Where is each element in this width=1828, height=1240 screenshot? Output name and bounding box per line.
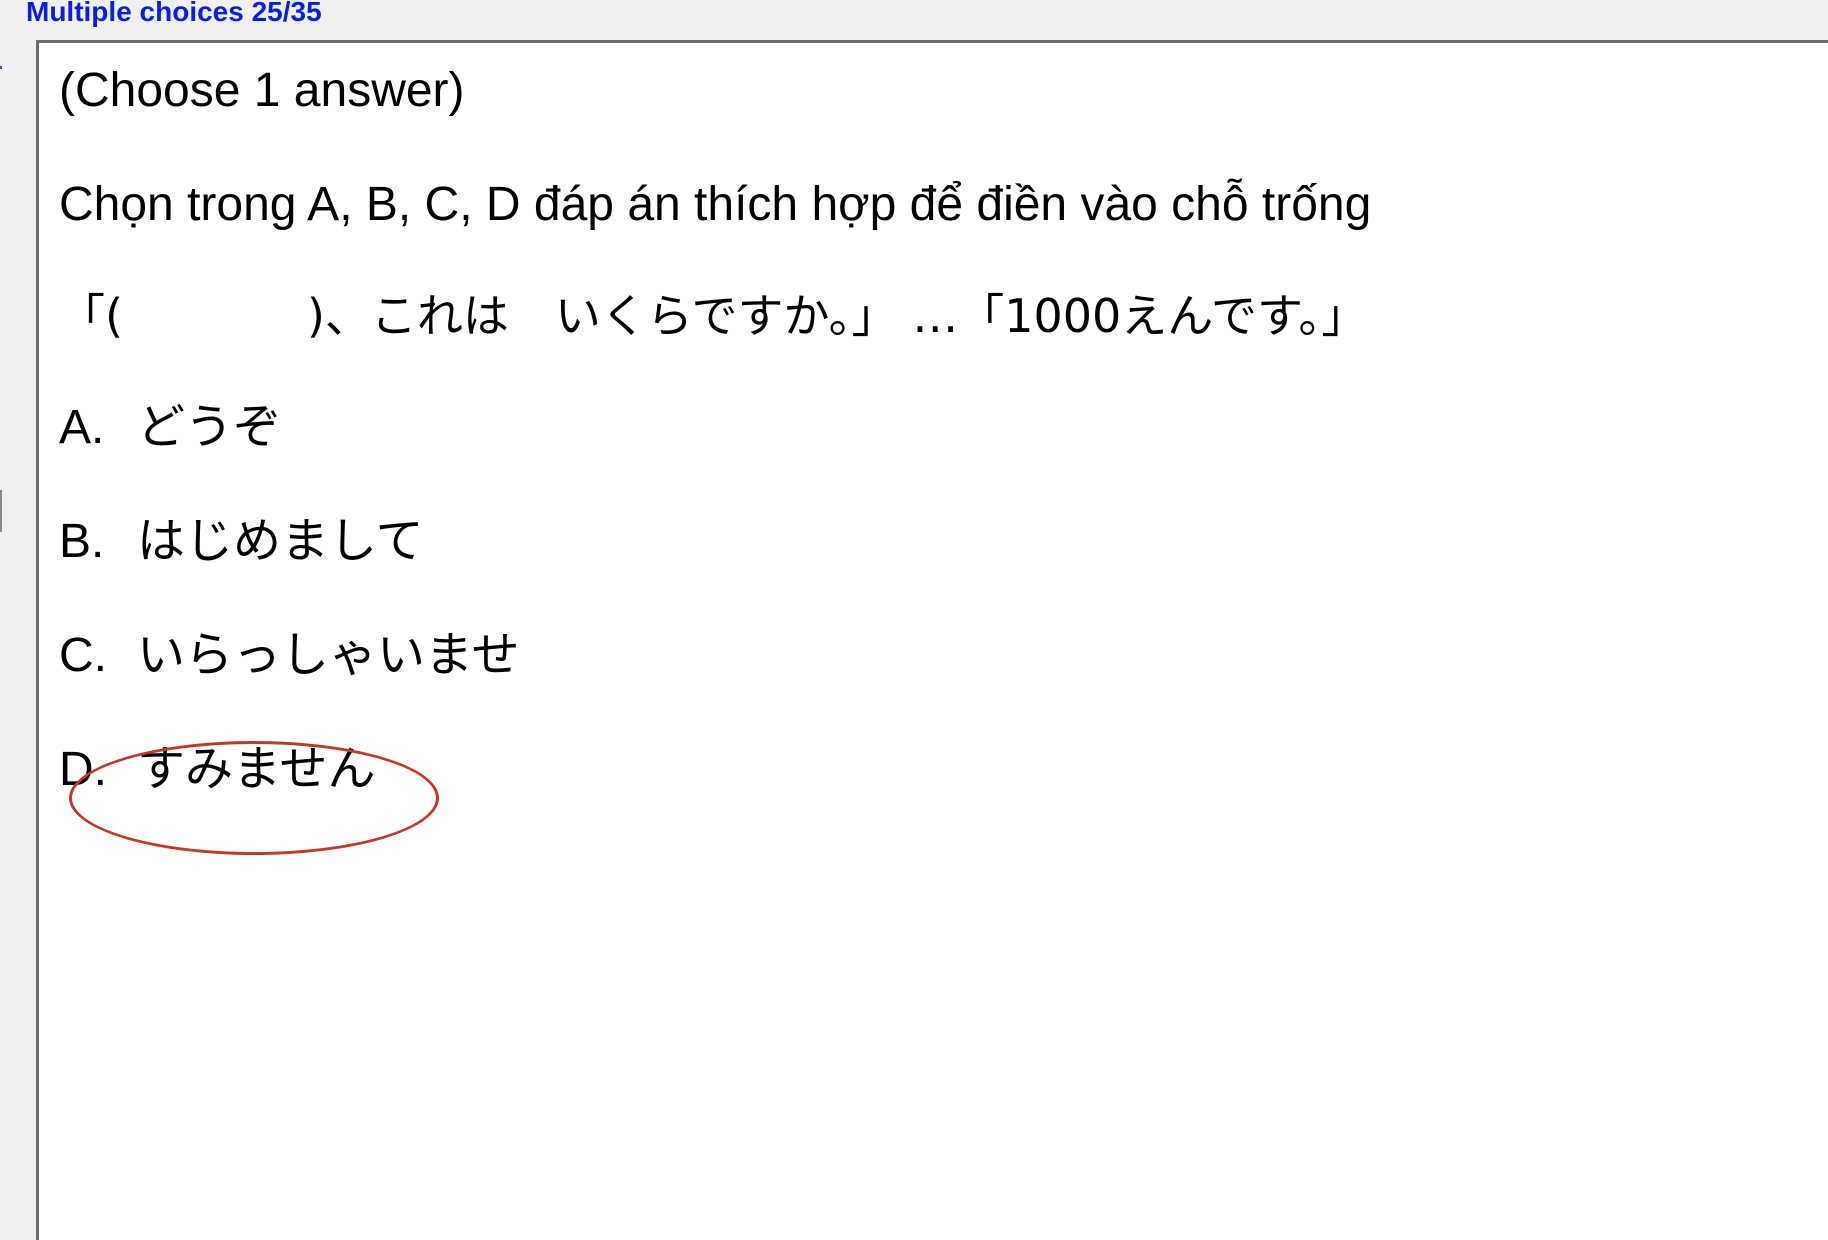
option-text: すみません — [137, 741, 376, 797]
option-text: どうぞ — [137, 399, 282, 455]
japanese-question-text: 「( )、これは いくらですか。」 …「1000えんです。」 — [59, 289, 1368, 343]
option-text: はじめまして — [137, 513, 424, 569]
question-panel: (Choose 1 answer) Chọn trong A, B, C, D … — [36, 40, 1828, 1240]
option-a[interactable]: A. どうぞ — [59, 403, 281, 452]
option-letter: C. — [59, 629, 107, 682]
left-edge-divider — [0, 490, 2, 532]
option-letter: A. — [59, 401, 105, 454]
option-b[interactable]: B. はじめまして — [59, 517, 424, 566]
left-edge-marker — [0, 66, 2, 69]
option-c[interactable]: C. いらっしゃいませ — [59, 631, 520, 680]
option-letter: D. — [59, 743, 107, 796]
question-prompt: Chọn trong A, B, C, D đáp án thích hợp đ… — [59, 178, 1372, 231]
question-counter: Multiple choices 25/35 — [26, 0, 322, 27]
option-text: いらっしゃいませ — [137, 627, 520, 683]
option-letter: B. — [59, 515, 105, 568]
answer-instruction: (Choose 1 answer) — [59, 64, 465, 117]
option-d[interactable]: D. すみません — [59, 745, 376, 794]
